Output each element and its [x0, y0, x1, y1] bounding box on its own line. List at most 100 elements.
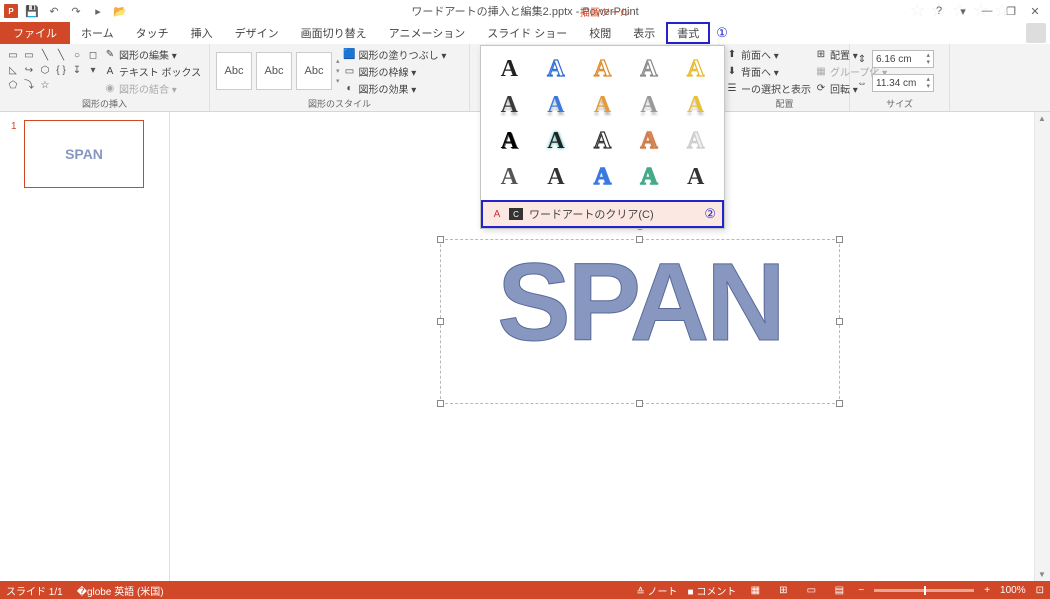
window-controls: ? ▾ — ❐ ✕ — [928, 2, 1046, 20]
zoom-slider[interactable] — [874, 589, 974, 592]
resize-handle-r[interactable] — [836, 318, 843, 325]
zoom-out-button[interactable]: − — [858, 585, 864, 596]
tab-touch[interactable]: タッチ — [125, 22, 180, 44]
app-icon: P — [4, 4, 18, 18]
clear-wordart-item[interactable]: A C ワードアートのクリア(C) ② — [481, 200, 724, 228]
reading-view-button[interactable]: ▭ — [802, 583, 820, 597]
zoom-in-button[interactable]: + — [984, 585, 990, 596]
slide-thumbnail-panel[interactable]: 1 SPAN — [0, 112, 170, 581]
tab-file[interactable]: ファイル — [0, 22, 70, 44]
merge-shapes-button[interactable]: ◉図形の結合 ▾ — [104, 81, 201, 96]
sorter-view-button[interactable]: ⊞ — [774, 583, 792, 597]
wordart-style-10[interactable]: A — [677, 90, 714, 120]
tab-view[interactable]: 表示 — [622, 22, 666, 44]
wordart-style-3[interactable]: A — [584, 54, 621, 84]
resize-handle-bl[interactable] — [437, 400, 444, 407]
status-language[interactable]: �globe 英語 (米国) — [77, 583, 164, 598]
vertical-scrollbar[interactable] — [1034, 112, 1050, 581]
wordart-style-11[interactable]: A — [491, 126, 528, 156]
quick-access-toolbar: P 💾 ↶ ↷ ▸ 📂 — [0, 3, 128, 19]
wordart-style-9[interactable]: A — [631, 90, 668, 120]
qat-redo-button[interactable]: ↷ — [68, 3, 84, 19]
wordart-style-4[interactable]: A — [631, 54, 668, 84]
annotation-callout-2: ② — [704, 206, 716, 222]
shape-fill-button[interactable]: 🟦図形の塗りつぶし ▾ — [344, 47, 447, 62]
tab-animations[interactable]: アニメーション — [378, 22, 477, 44]
wordart-grid: AAAAAAAAAAAAAAAAAAAA — [481, 46, 724, 200]
qat-folder-button[interactable]: 📂 — [112, 3, 128, 19]
slideshow-view-button[interactable]: ▤ — [830, 583, 848, 597]
fit-to-window-button[interactable]: ⊡ — [1036, 585, 1044, 596]
textbox-button[interactable]: Aテキスト ボックス — [104, 64, 201, 79]
resize-handle-tr[interactable] — [836, 236, 843, 243]
resize-handle-l[interactable] — [437, 318, 444, 325]
wordart-style-20[interactable]: A — [677, 162, 714, 192]
ribbon-options-button[interactable]: ▾ — [952, 2, 974, 20]
height-input[interactable]: 6.16 cm▴▾ — [872, 50, 934, 68]
wordart-style-14[interactable]: A — [631, 126, 668, 156]
slide-thumbnail-1[interactable]: 1 SPAN — [24, 120, 144, 188]
notes-button[interactable]: ≙ ノート — [636, 583, 677, 598]
shape-style-sample-2[interactable]: Abc — [256, 52, 292, 90]
wordart-style-18[interactable]: A — [584, 162, 621, 192]
qat-undo-button[interactable]: ↶ — [46, 3, 62, 19]
shape-gallery[interactable]: ▭▭╲╲○◻ ◺↪⬡{ }↧▾ ⬠⤵☆ — [6, 50, 100, 93]
group-arrange: ⬆前面へ ▾ ⬇背面へ ▾ ☰ーの選択と表示 ⊞配置 ▾ ▦グループ化 ▾ ⟳回… — [720, 44, 850, 111]
send-backward-button[interactable]: ⬇背面へ ▾ — [726, 64, 811, 79]
tab-insert[interactable]: 挿入 — [180, 22, 224, 44]
wordart-style-2[interactable]: A — [538, 54, 575, 84]
wordart-style-1[interactable]: A — [491, 54, 528, 84]
zoom-level[interactable]: 100% — [1000, 585, 1026, 596]
thumbnail-wordart-text: SPAN — [65, 146, 103, 162]
tab-design[interactable]: デザイン — [224, 22, 290, 44]
shape-outline-button[interactable]: ▭図形の枠線 ▾ — [344, 64, 447, 79]
wordart-style-15[interactable]: A — [677, 126, 714, 156]
resize-handle-tl[interactable] — [437, 236, 444, 243]
wordart-style-17[interactable]: A — [538, 162, 575, 192]
normal-view-button[interactable]: ▦ — [746, 583, 764, 597]
edit-shape-button[interactable]: ✎図形の編集 ▾ — [104, 47, 201, 62]
qat-start-button[interactable]: ▸ — [90, 3, 106, 19]
tab-review[interactable]: 校閲 — [578, 22, 622, 44]
wordart-style-5[interactable]: A — [677, 54, 714, 84]
ribbon-tabs: ファイル ホーム タッチ 挿入 デザイン 画面切り替え アニメーション スライド… — [0, 22, 1050, 44]
status-slide-indicator: スライド 1/1 — [6, 583, 63, 598]
group-label-insert-shapes: 図形の挿入 — [6, 96, 203, 110]
tab-transitions[interactable]: 画面切り替え — [290, 22, 378, 44]
shape-style-sample-3[interactable]: Abc — [296, 52, 332, 90]
wordart-style-16[interactable]: A — [491, 162, 528, 192]
wordart-style-6[interactable]: A — [491, 90, 528, 120]
account-avatar[interactable] — [1026, 23, 1046, 43]
comments-button[interactable]: ■ コメント — [688, 583, 737, 598]
resize-handle-b[interactable] — [636, 400, 643, 407]
wordart-gallery-dropdown: AAAAAAAAAAAAAAAAAAAA A C ワードアートのクリア(C) ② — [480, 45, 725, 229]
restore-button[interactable]: ❐ — [1000, 2, 1022, 20]
bring-forward-button[interactable]: ⬆前面へ ▾ — [726, 47, 811, 62]
wordart-style-7[interactable]: A — [538, 90, 575, 120]
wordart-textbox[interactable]: SPAN — [440, 239, 840, 404]
title-bar: P 💾 ↶ ↷ ▸ 📂 ワードアートの挿入と編集2.pptx - PowerPo… — [0, 0, 1050, 22]
resize-handle-t[interactable] — [636, 236, 643, 243]
group-size: ⇕ 6.16 cm▴▾ ⇔ 11.34 cm▴▾ サイズ — [850, 44, 950, 111]
tab-slideshow[interactable]: スライド ショー — [476, 22, 578, 44]
close-button[interactable]: ✕ — [1024, 2, 1046, 20]
clear-wordart-icon: A — [491, 208, 503, 220]
shape-style-sample-1[interactable]: Abc — [216, 52, 252, 90]
wordart-style-12[interactable]: A — [538, 126, 575, 156]
tab-home[interactable]: ホーム — [70, 22, 125, 44]
width-input[interactable]: 11.34 cm▴▾ — [872, 74, 934, 92]
wordart-style-13[interactable]: A — [584, 126, 621, 156]
minimize-button[interactable]: — — [976, 2, 998, 20]
qat-save-button[interactable]: 💾 — [24, 3, 40, 19]
height-icon: ⇕ — [856, 53, 868, 65]
tab-format[interactable]: 書式 — [666, 22, 710, 44]
contextual-tab-label: 描画ツール — [580, 4, 630, 19]
wordart-text[interactable]: SPAN — [441, 240, 839, 358]
selection-pane-button[interactable]: ☰ーの選択と表示 — [726, 81, 811, 96]
shape-effects-button[interactable]: ◐図形の効果 ▾ — [344, 81, 447, 96]
wordart-style-8[interactable]: A — [584, 90, 621, 120]
help-button[interactable]: ? — [928, 2, 950, 20]
wordart-style-19[interactable]: A — [631, 162, 668, 192]
resize-handle-br[interactable] — [836, 400, 843, 407]
group-label-size: サイズ — [856, 96, 943, 110]
